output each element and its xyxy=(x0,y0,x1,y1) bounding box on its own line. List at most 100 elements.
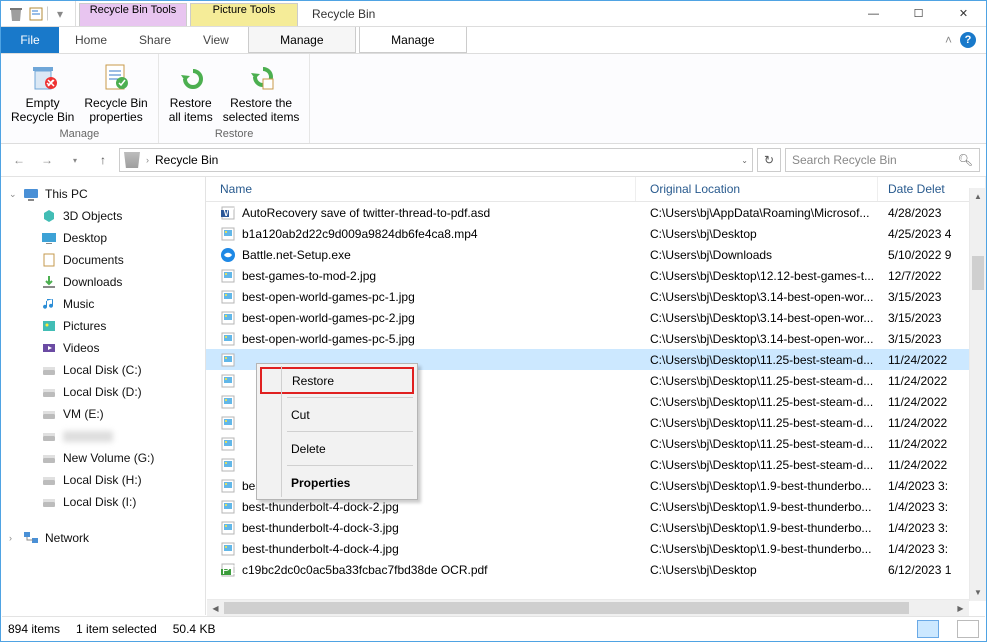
nav-item[interactable]: VM (E:) xyxy=(1,403,205,425)
scroll-left-icon[interactable]: ◀ xyxy=(207,600,224,616)
manage-recycle-tab[interactable]: Manage xyxy=(248,27,356,53)
recycle-bin-properties-button[interactable]: Recycle Bin properties xyxy=(80,56,151,126)
thumbnails-view-button[interactable] xyxy=(957,620,979,638)
manage-picture-tab[interactable]: Manage xyxy=(359,27,467,53)
back-button[interactable]: ← xyxy=(7,148,31,172)
file-original-location: C:\Users\bj\Desktop\12.12-best-games-t..… xyxy=(636,269,878,283)
minimize-button[interactable]: — xyxy=(851,1,896,26)
qat-dropdown-icon[interactable]: ▾ xyxy=(51,5,69,23)
column-headers[interactable]: Name Original Location Date Delet xyxy=(206,177,986,202)
forward-button[interactable]: → xyxy=(35,148,59,172)
address-crumb[interactable]: Recycle Bin xyxy=(155,153,218,167)
nav-item[interactable]: Desktop xyxy=(1,227,205,249)
status-size: 50.4 KB xyxy=(173,622,216,636)
horizontal-scrollbar[interactable]: ◀ ▶ xyxy=(207,599,969,616)
file-name: best-thunderbolt-4-dock-4.jpg xyxy=(242,542,399,556)
file-original-location: C:\Users\bj\Desktop\11.25-best-steam-d..… xyxy=(636,353,878,367)
empty-recycle-bin-button[interactable]: Empty Recycle Bin xyxy=(7,56,78,126)
pc-icon xyxy=(23,186,39,202)
nav-item[interactable]: Downloads xyxy=(1,271,205,293)
share-tab[interactable]: Share xyxy=(123,27,187,53)
file-name: best-games-to-mod-2.jpg xyxy=(242,269,376,283)
address-bar[interactable]: › Recycle Bin ⌄ xyxy=(119,148,753,172)
file-icon xyxy=(220,268,236,284)
scroll-right-icon[interactable]: ▶ xyxy=(952,600,969,616)
chevron-right-icon[interactable]: › xyxy=(146,155,149,165)
scroll-down-icon[interactable]: ▼ xyxy=(970,584,986,601)
vertical-scrollbar[interactable]: ▲ ▼ xyxy=(969,188,986,601)
details-view-button[interactable] xyxy=(917,620,939,638)
file-row[interactable]: WAutoRecovery save of twitter-thread-to-… xyxy=(206,202,986,223)
nav-item[interactable]: Videos xyxy=(1,337,205,359)
chevron-down-icon[interactable]: ⌄ xyxy=(9,189,17,200)
nav-item[interactable]: New Volume (G:) xyxy=(1,447,205,469)
close-button[interactable]: ✕ xyxy=(941,1,986,26)
file-original-location: C:\Users\bj\Desktop\1.9-best-thunderbo..… xyxy=(636,479,878,493)
file-name: c19bc2dc0c0ac5ba33fcbac7fbd38de OCR.pdf xyxy=(242,563,488,577)
nav-item[interactable]: Local Disk (D:) xyxy=(1,381,205,403)
collapse-ribbon-icon[interactable]: ˄ xyxy=(945,33,952,47)
refresh-button[interactable]: ↻ xyxy=(757,148,781,172)
scroll-up-icon[interactable]: ▲ xyxy=(970,188,986,205)
nav-item[interactable]: 3D Objects xyxy=(1,205,205,227)
nav-this-pc[interactable]: ⌄ This PC xyxy=(1,183,205,205)
file-row[interactable]: best-open-world-games-pc-5.jpgC:\Users\b… xyxy=(206,328,986,349)
search-input[interactable]: Search Recycle Bin 🔍︎ xyxy=(785,148,980,172)
file-name: best-open-world-games-pc-2.jpg xyxy=(242,311,415,325)
file-tab[interactable]: File xyxy=(1,27,59,53)
file-original-location: C:\Users\bj\Desktop\3.14-best-open-wor..… xyxy=(636,290,878,304)
context-properties[interactable]: Properties xyxy=(260,469,414,496)
maximize-button[interactable]: ☐ xyxy=(896,1,941,26)
file-row[interactable]: Battle.net-Setup.exeC:\Users\bj\Download… xyxy=(206,244,986,265)
home-tab[interactable]: Home xyxy=(59,27,123,53)
scrollbar-thumb[interactable] xyxy=(972,256,984,290)
file-row[interactable]: b1a120ab2d22c9d009a9824db6fe4ca8.mp4C:\U… xyxy=(206,223,986,244)
navigation-pane[interactable]: ⌄ This PC 3D ObjectsDesktopDocumentsDown… xyxy=(1,177,206,615)
svg-text:PDF: PDF xyxy=(222,563,236,577)
file-original-location: C:\Users\bj\Desktop\1.9-best-thunderbo..… xyxy=(636,542,878,556)
nav-item[interactable]: Music xyxy=(1,293,205,315)
svg-text:W: W xyxy=(223,205,235,219)
address-dropdown-icon[interactable]: ⌄ xyxy=(741,156,748,165)
recent-locations-button[interactable]: ▾ xyxy=(63,148,87,172)
file-icon xyxy=(220,247,236,263)
manage-group-label: Manage xyxy=(7,126,152,143)
file-row[interactable]: best-thunderbolt-4-dock-4.jpg C:\Users\bj… xyxy=(206,538,986,559)
up-button[interactable]: ↑ xyxy=(91,148,115,172)
context-tab-picture: Picture Tools xyxy=(190,3,298,26)
column-original-location[interactable]: Original Location xyxy=(636,177,878,201)
restore-group-label: Restore xyxy=(165,126,304,143)
column-name[interactable]: Name xyxy=(206,177,636,201)
nav-item[interactable]: Local Disk (H:) xyxy=(1,469,205,491)
file-original-location: C:\Users\bj\Desktop\11.25-best-steam-d..… xyxy=(636,437,878,451)
file-icon xyxy=(220,394,236,410)
context-delete[interactable]: Delete xyxy=(260,435,414,462)
file-row[interactable]: best-thunderbolt-4-dock-3.jpgC:\Users\bj… xyxy=(206,517,986,538)
qat-properties-icon[interactable] xyxy=(27,5,45,23)
nav-item[interactable]: Local Disk (C:) xyxy=(1,359,205,381)
context-restore[interactable]: Restore xyxy=(260,367,414,394)
ribbon-tabs: File Home Share View Manage Manage ˄ ? xyxy=(1,27,986,54)
file-row[interactable]: PDF c19bc2dc0c0ac5ba33fcbac7fbd38de OCR.p… xyxy=(206,559,986,580)
chevron-right-icon[interactable]: › xyxy=(9,533,17,543)
status-selection: 1 item selected xyxy=(76,622,157,636)
nav-item[interactable] xyxy=(1,425,205,447)
file-row[interactable]: best-open-world-games-pc-1.jpgC:\Users\b… xyxy=(206,286,986,307)
context-cut[interactable]: Cut xyxy=(260,401,414,428)
file-name: b1a120ab2d22c9d009a9824db6fe4ca8.mp4 xyxy=(242,227,478,241)
nav-item[interactable]: Pictures xyxy=(1,315,205,337)
file-original-location: C:\Users\bj\Desktop\11.25-best-steam-d..… xyxy=(636,458,878,472)
file-row[interactable]: best-open-world-games-pc-2.jpgC:\Users\b… xyxy=(206,307,986,328)
nav-item[interactable]: Documents xyxy=(1,249,205,271)
context-tab-recycle: Recycle Bin Tools xyxy=(79,3,187,26)
restore-all-button[interactable]: Restore all items xyxy=(165,56,217,126)
folder-icon xyxy=(41,494,57,510)
restore-selected-button[interactable]: Restore the selected items xyxy=(219,56,304,126)
help-icon[interactable]: ? xyxy=(960,32,976,48)
nav-item[interactable]: Local Disk (I:) xyxy=(1,491,205,513)
file-row[interactable]: best-games-to-mod-2.jpg C:\Users\bj\Deskt… xyxy=(206,265,986,286)
qat-recycle-icon[interactable] xyxy=(7,5,25,23)
scrollbar-thumb-horizontal[interactable] xyxy=(224,602,909,614)
nav-network[interactable]: › Network xyxy=(1,527,205,549)
view-tab[interactable]: View xyxy=(187,27,245,53)
